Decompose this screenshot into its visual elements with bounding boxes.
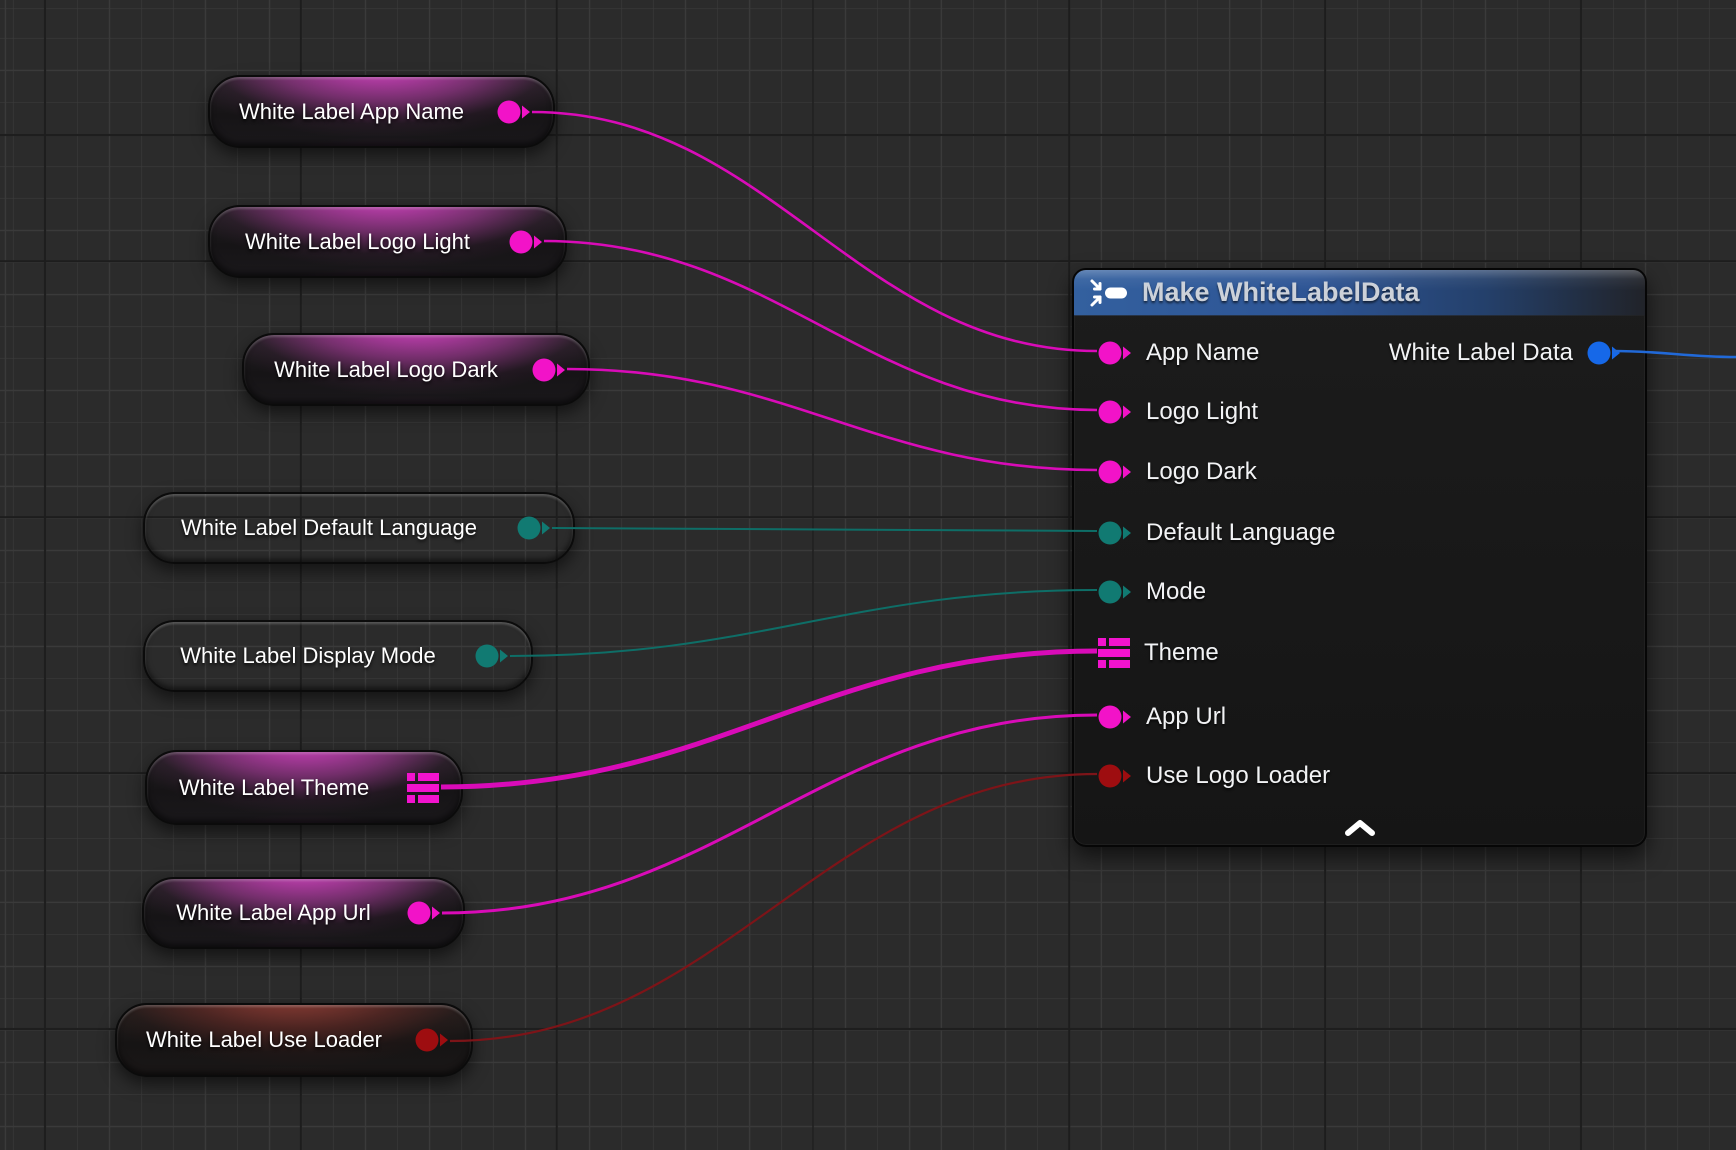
variable-node-white-label-logo-light[interactable]: White Label Logo Light	[208, 205, 567, 278]
wire-use-loader[interactable]	[450, 774, 1097, 1041]
variable-node-label: White Label App Name	[228, 77, 475, 146]
input-pin-row-logo-light[interactable]: Logo Light	[1098, 394, 1258, 430]
string-input-pin-icon[interactable]	[1098, 399, 1132, 425]
struct-output-pin-icon[interactable]	[1587, 340, 1621, 366]
variable-node-white-label-use-loader[interactable]: White Label Use Loader	[115, 1003, 473, 1077]
string-output-pin-icon[interactable]	[407, 900, 441, 926]
pin-label: Theme	[1144, 639, 1219, 667]
wire-default-language[interactable]	[552, 528, 1097, 531]
input-pin-row-theme[interactable]: Theme	[1098, 635, 1219, 671]
wire-logo-dark[interactable]	[567, 369, 1097, 470]
pin-label: Mode	[1146, 578, 1206, 606]
variable-node-label: White Label Use Loader	[135, 1005, 393, 1075]
variable-node-label: White Label Logo Dark	[262, 335, 510, 404]
blueprint-graph-canvas[interactable]: White Label App Name White Label Logo Li…	[0, 0, 1736, 1150]
wire-theme[interactable]	[441, 651, 1097, 787]
make-whitelabeldata-node[interactable]: Make WhiteLabelData App Name Logo Light …	[1072, 268, 1647, 847]
variable-node-label: White Label Display Mode	[163, 622, 453, 690]
variable-node-white-label-app-url[interactable]: White Label App Url	[142, 877, 465, 949]
variable-node-white-label-app-name[interactable]: White Label App Name	[208, 75, 555, 148]
pin-label: Use Logo Loader	[1146, 762, 1330, 790]
wire-app-name[interactable]	[532, 112, 1097, 351]
input-pin-row-app-url[interactable]: App Url	[1098, 699, 1226, 735]
variable-node-white-label-default-language[interactable]: White Label Default Language	[143, 492, 575, 564]
collapse-chevron-icon[interactable]	[1343, 819, 1377, 837]
make-struct-icon	[1088, 277, 1130, 309]
enum-output-pin-icon[interactable]	[475, 643, 509, 669]
input-pin-row-mode[interactable]: Mode	[1098, 574, 1206, 610]
enum-output-pin-icon[interactable]	[517, 515, 551, 541]
variable-node-label: White Label Default Language	[163, 494, 495, 562]
node-header[interactable]: Make WhiteLabelData	[1074, 270, 1645, 316]
string-input-pin-icon[interactable]	[1098, 459, 1132, 485]
wire-display-mode[interactable]	[510, 590, 1097, 656]
variable-node-white-label-display-mode[interactable]: White Label Display Mode	[143, 620, 533, 692]
variable-node-label: White Label Logo Light	[228, 207, 487, 276]
string-output-pin-icon[interactable]	[532, 357, 566, 383]
variable-node-white-label-theme[interactable]: White Label Theme	[145, 750, 463, 825]
output-pin-row-white-label-data[interactable]: White Label Data	[1389, 335, 1621, 371]
string-input-pin-icon[interactable]	[1098, 340, 1132, 366]
struct-output-pin-icon[interactable]	[407, 772, 439, 804]
variable-node-white-label-logo-dark[interactable]: White Label Logo Dark	[242, 333, 590, 406]
wire-logo-light[interactable]	[544, 241, 1097, 410]
pin-label: App Url	[1146, 703, 1226, 731]
struct-input-pin-icon[interactable]	[1098, 637, 1130, 669]
pin-label: Default Language	[1146, 519, 1336, 547]
variable-node-label: White Label App Url	[162, 879, 385, 947]
enum-input-pin-icon[interactable]	[1098, 579, 1132, 605]
string-output-pin-icon[interactable]	[509, 229, 543, 255]
input-pin-row-logo-dark[interactable]: Logo Dark	[1098, 454, 1257, 490]
node-title: Make WhiteLabelData	[1142, 277, 1420, 308]
wire-app-url[interactable]	[442, 715, 1097, 913]
string-input-pin-icon[interactable]	[1098, 704, 1132, 730]
enum-input-pin-icon[interactable]	[1098, 520, 1132, 546]
pin-label: Logo Light	[1146, 398, 1258, 426]
pin-label: App Name	[1146, 339, 1259, 367]
pin-label: Logo Dark	[1146, 458, 1257, 486]
input-pin-row-use-logo-loader[interactable]: Use Logo Loader	[1098, 758, 1330, 794]
pin-label: White Label Data	[1389, 339, 1573, 367]
string-output-pin-icon[interactable]	[497, 99, 531, 125]
boolean-output-pin-icon[interactable]	[415, 1027, 449, 1053]
variable-node-label: White Label Theme	[165, 752, 383, 823]
input-pin-row-app-name[interactable]: App Name	[1098, 335, 1259, 371]
boolean-input-pin-icon[interactable]	[1098, 763, 1132, 789]
input-pin-row-default-language[interactable]: Default Language	[1098, 515, 1336, 551]
